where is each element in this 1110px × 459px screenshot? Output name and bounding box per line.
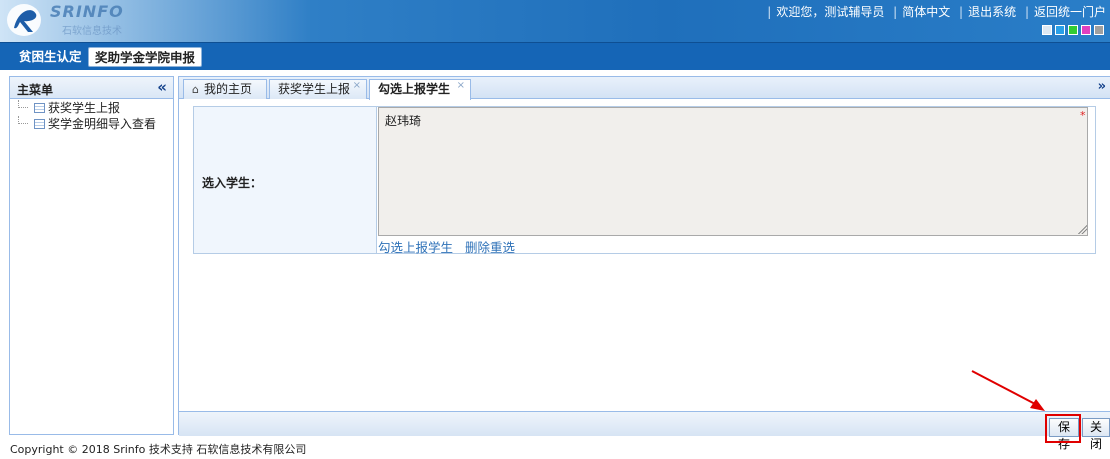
theme-swatch[interactable] — [1042, 25, 1052, 35]
sidebar-item-label: 奖学金明细导入查看 — [48, 117, 157, 131]
theme-swatches — [1042, 25, 1104, 35]
tab-label: 获奖学生上报 — [278, 82, 351, 96]
tree-line — [18, 100, 28, 108]
sidebar-item-label: 获奖学生上报 — [48, 101, 121, 115]
theme-swatch[interactable] — [1055, 25, 1065, 35]
tab-home[interactable]: ⌂ 我的主页 — [183, 79, 267, 99]
theme-swatch[interactable] — [1068, 25, 1078, 35]
table-icon — [34, 103, 45, 113]
close-tab-icon[interactable]: × — [353, 77, 361, 95]
tab-label: 我的主页 — [204, 82, 253, 96]
logo-text-cn: 石软信息技术 — [62, 26, 122, 37]
tab-award-report[interactable]: 获奖学生上报 × — [269, 79, 367, 99]
top-header: SRINFO 石软信息技术 | 欢迎您，测试辅导员 | 简体中文 | 退出系统 | 返回… — [0, 0, 1110, 42]
selected-students-field[interactable]: 赵玮琦 — [378, 107, 1088, 236]
sidebar-title: 主菜单 — [17, 83, 54, 97]
clear-reselect-link[interactable]: 删除重选 — [465, 240, 515, 255]
resize-grip[interactable] — [1077, 224, 1087, 234]
home-icon: ⌂ — [192, 83, 199, 96]
logout-link[interactable]: 退出系统 — [968, 5, 1016, 19]
close-tab-icon[interactable]: × — [457, 77, 465, 95]
copyright-footer: Copyright © 2018 Srinfo 技术支持 石软信息技术有限公司 — [10, 443, 307, 456]
content-area: 选入学生： 赵玮琦 * 勾选上报学生 删除重选 — [179, 100, 1110, 411]
module-tab-scholarship[interactable]: 奖助学金学院申报 — [88, 47, 203, 67]
logo-text-en: SRINFO — [50, 2, 124, 21]
module-tab-poverty[interactable]: 贫困生认定 — [13, 47, 88, 67]
annotation-arrow-icon — [971, 370, 1045, 411]
table-icon — [34, 119, 45, 129]
tab-select-students[interactable]: 勾选上报学生 × — [369, 79, 471, 100]
selected-students-label: 选入学生： — [202, 176, 263, 190]
tab-label: 勾选上报学生 — [378, 82, 451, 96]
tab-strip: ⌂ 我的主页 获奖学生上报 × 勾选上报学生 × » — [179, 77, 1110, 100]
tab-scroll-icon[interactable]: » — [1098, 79, 1106, 94]
form-label-cell: 选入学生： — [194, 107, 377, 253]
sidebar-item-award-report[interactable]: 获奖学生上报 — [10, 100, 173, 116]
language-link[interactable]: 简体中文 — [902, 5, 950, 19]
form-actions: 勾选上报学生 删除重选 — [378, 237, 523, 256]
sidebar-item-scholarship-import[interactable]: 奖学金明细导入查看 — [10, 116, 173, 132]
tree-line — [18, 116, 28, 124]
top-links: | 欢迎您，测试辅导员 | 简体中文 | 退出系统 | 返回统一门户 — [767, 5, 1106, 19]
sidebar-tree: 获奖学生上报 奖学金明细导入查看 — [10, 99, 173, 132]
welcome-user-link[interactable]: 欢迎您，测试辅导员 — [776, 5, 884, 19]
portal-link[interactable]: 返回统一门户 — [1034, 5, 1106, 19]
srinfo-logo-icon — [7, 4, 41, 36]
theme-swatch[interactable] — [1094, 25, 1104, 35]
required-mark: * — [1080, 109, 1086, 122]
student-form: 选入学生： 赵玮琦 * 勾选上报学生 删除重选 — [193, 106, 1096, 256]
module-bar: 贫困生认定 奖助学金学院申报 — [0, 42, 1110, 70]
logo: SRINFO 石软信息技术 — [6, 2, 136, 38]
select-students-link[interactable]: 勾选上报学生 — [378, 240, 453, 255]
sidebar: 主菜单 « 获奖学生上报 奖学金明细导入查看 — [9, 76, 174, 435]
close-button[interactable]: 关闭 — [1082, 418, 1110, 451]
sidebar-header: 主菜单 « — [10, 77, 173, 99]
collapse-icon[interactable]: « — [157, 78, 167, 96]
theme-swatch[interactable] — [1081, 25, 1091, 35]
